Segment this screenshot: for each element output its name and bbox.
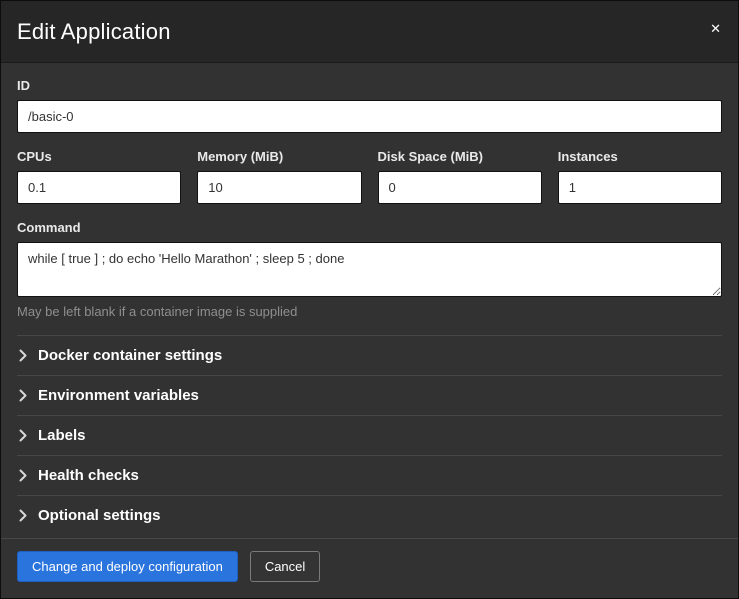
section-docker-container-settings[interactable]: Docker container settings (17, 335, 722, 375)
instances-label: Instances (558, 149, 722, 164)
section-environment-variables[interactable]: Environment variables (17, 375, 722, 415)
collapsible-sections: Docker container settings Environment va… (17, 335, 722, 535)
edit-application-modal: Edit Application ✕ ID CPUs Memory (MiB) … (0, 0, 739, 599)
section-label: Environment variables (38, 387, 199, 404)
id-field-group: ID (17, 78, 722, 133)
disk-label: Disk Space (MiB) (378, 149, 542, 164)
disk-input[interactable] (378, 171, 542, 204)
chevron-right-icon (19, 469, 27, 482)
cpus-field-group: CPUs (17, 149, 181, 204)
cpus-label: CPUs (17, 149, 181, 164)
command-textarea[interactable]: while [ true ] ; do echo 'Hello Marathon… (17, 242, 722, 297)
id-label: ID (17, 78, 722, 93)
modal-header: Edit Application ✕ (1, 1, 738, 63)
chevron-right-icon (19, 349, 27, 362)
chevron-right-icon (19, 509, 27, 522)
command-label: Command (17, 220, 722, 235)
memory-field-group: Memory (MiB) (197, 149, 361, 204)
section-labels[interactable]: Labels (17, 415, 722, 455)
section-label: Labels (38, 427, 86, 444)
chevron-right-icon (19, 429, 27, 442)
section-health-checks[interactable]: Health checks (17, 455, 722, 495)
change-and-deploy-button[interactable]: Change and deploy configuration (17, 551, 238, 582)
memory-label: Memory (MiB) (197, 149, 361, 164)
memory-input[interactable] (197, 171, 361, 204)
cancel-button[interactable]: Cancel (250, 551, 320, 582)
id-input[interactable] (17, 100, 722, 133)
command-help-text: May be left blank if a container image i… (17, 304, 722, 319)
cpus-input[interactable] (17, 171, 181, 204)
section-label: Health checks (38, 467, 139, 484)
modal-body: ID CPUs Memory (MiB) Disk Space (MiB) In… (1, 63, 738, 538)
modal-footer: Change and deploy configuration Cancel (1, 538, 738, 598)
section-optional-settings[interactable]: Optional settings (17, 495, 722, 535)
resources-row: CPUs Memory (MiB) Disk Space (MiB) Insta… (17, 149, 722, 204)
section-label: Optional settings (38, 507, 161, 524)
instances-input[interactable] (558, 171, 722, 204)
section-label: Docker container settings (38, 347, 222, 364)
modal-title: Edit Application (17, 19, 722, 45)
instances-field-group: Instances (558, 149, 722, 204)
disk-field-group: Disk Space (MiB) (378, 149, 542, 204)
close-icon[interactable]: ✕ (706, 18, 725, 39)
chevron-right-icon (19, 389, 27, 402)
command-field-group: Command while [ true ] ; do echo 'Hello … (17, 220, 722, 319)
